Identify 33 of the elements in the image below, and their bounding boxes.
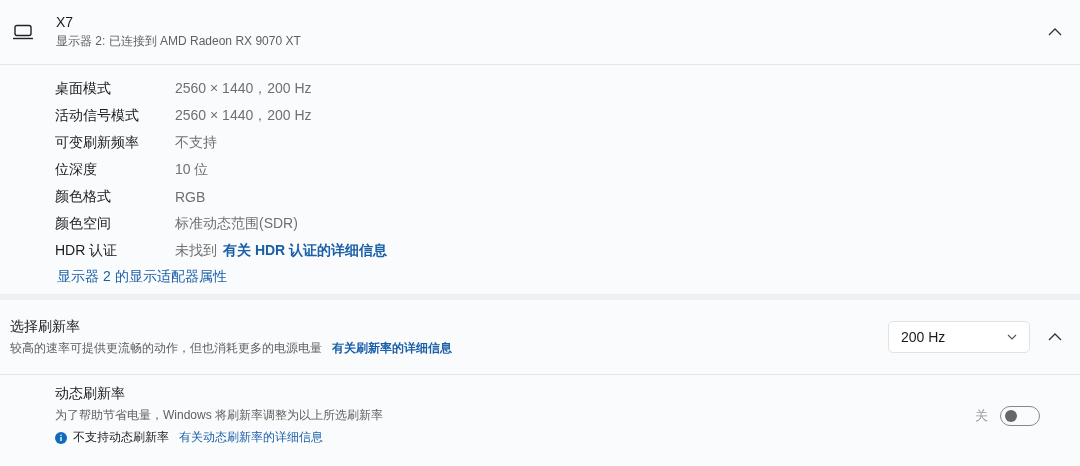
detail-value: 10 位 [175, 160, 209, 179]
detail-label: HDR 认证 [55, 241, 119, 260]
display-name: X7 [56, 14, 75, 30]
detail-label: 桌面模式 [55, 79, 112, 98]
adapter-properties-link[interactable]: 显示器 2 的显示适配器属性 [57, 268, 1080, 286]
chevron-icon [1048, 28, 1062, 36]
detail-value: 2560 × 1440，200 Hz [175, 79, 312, 98]
detail-label: 可变刷新频率 [55, 133, 140, 152]
dynamic-refresh-link[interactable]: 有关动态刷新率的详细信息 [179, 429, 323, 446]
detail-value: 2560 × 1440，200 Hz [175, 106, 312, 125]
dropdown-caret-icon [1007, 334, 1017, 340]
detail-label: 活动信号模式 [55, 106, 140, 125]
detail-value: RGB [175, 188, 206, 205]
detail-value: 不支持 [175, 133, 217, 152]
detail-label: 颜色空间 [55, 214, 112, 233]
toggle-switch[interactable] [1000, 405, 1040, 426]
chevron-icon [1048, 333, 1062, 341]
notice-text: 不支持动态刷新率 [73, 429, 169, 446]
setting-title: 选择刷新率 [10, 317, 81, 336]
details-link[interactable]: 有关 HDR 认证的详细信息 [223, 241, 388, 260]
display-subtitle: 显示器 2: 已连接到 AMD Radeon RX 9070 XT [56, 33, 302, 50]
info-icon [55, 431, 67, 444]
detail-value: 未找到 [175, 241, 217, 260]
setting-description: 较高的速率可提供更流畅的动作，但也消耗更多的电源电量 [10, 339, 322, 357]
detail-label: 颜色格式 [55, 187, 112, 206]
setting-title: 动态刷新率 [55, 385, 126, 403]
detail-label: 位深度 [55, 160, 98, 179]
setting-description: 为了帮助节省电量，Windows 将刷新率调整为以上所选刷新率 [55, 407, 384, 424]
laptop-icon [12, 24, 34, 40]
toggle-label: 关 [975, 406, 988, 425]
refresh-rate-link[interactable]: 有关刷新率的详细信息 [332, 339, 452, 357]
refresh-rate-dropdown[interactable]: 200 Hz [888, 321, 1030, 353]
detail-value: 标准动态范围(SDR) [175, 214, 298, 233]
